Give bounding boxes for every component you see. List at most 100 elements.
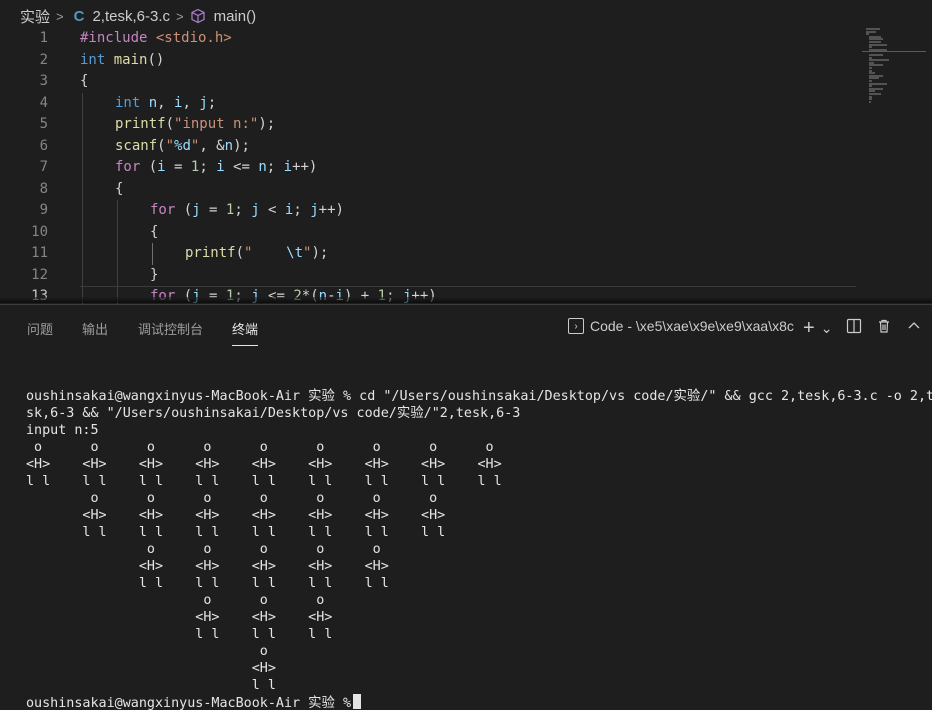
indent-guide — [82, 157, 83, 179]
code-line[interactable]: 12} — [0, 265, 870, 287]
code-line[interactable]: 11 printf(" \t"); — [0, 243, 870, 265]
code-token: = — [200, 202, 226, 218]
breadcrumb-symbol[interactable]: main() — [214, 8, 257, 25]
terminal-cursor — [353, 694, 362, 709]
code-line[interactable]: 9 for (j = 1; j < i; j++) — [0, 200, 870, 222]
code-line[interactable]: 4 int n, i, j; — [0, 93, 870, 115]
tab-output[interactable]: 输出 — [82, 319, 108, 338]
code-text: { — [80, 71, 88, 93]
code-token: j — [251, 202, 260, 218]
chevron-right-icon: > — [176, 8, 184, 24]
code-text: printf(" \t"); — [185, 243, 328, 265]
code-token: { — [150, 223, 159, 240]
code-token: , — [157, 94, 175, 111]
breadcrumb-folder[interactable]: 实验 — [20, 6, 50, 27]
code-token: j — [192, 202, 201, 218]
code-text: { — [150, 222, 158, 244]
code-token: n — [148, 94, 158, 111]
code-token: int — [115, 94, 149, 111]
terminal-figure-row: o — [26, 644, 268, 659]
code-token: int — [80, 51, 114, 68]
terminal-figure-row: o o o o o o o — [26, 491, 438, 506]
minimap[interactable] — [862, 28, 932, 108]
code-text: scanf("%d", &n); — [115, 136, 250, 158]
code-line[interactable]: 8{ — [0, 179, 870, 201]
indent-guide — [82, 200, 83, 222]
code-token: " — [165, 137, 175, 154]
line-number: 1 — [39, 30, 48, 46]
split-terminal-icon[interactable] — [846, 318, 862, 339]
indent-guide — [152, 243, 153, 265]
line-number: 10 — [31, 223, 48, 240]
code-line[interactable]: 2 int main() — [0, 50, 870, 72]
terminal-figure-output: o o o o o o o o o <H> <H> <H> <H> <H> <H>… — [26, 439, 932, 694]
code-text: printf("input n:"); — [115, 114, 275, 136]
panel-tabs: 问题 输出 调试控制台 终端 › Code - \xe5\xae\x9e\xe9… — [0, 305, 932, 349]
code-text: { — [115, 179, 123, 201]
terminal-figure-row: o o o o o o o o o — [26, 440, 494, 455]
terminal-output[interactable]: oushinsakai@wangxinyus-MacBook-Air 实验 % … — [26, 388, 932, 710]
code-token: ++) — [318, 202, 344, 218]
sticky-scroll-divider — [80, 286, 856, 287]
tab-terminal[interactable]: 终端 — [232, 319, 259, 346]
indent-guide — [82, 92, 83, 114]
line-number: 9 — [39, 202, 48, 218]
code-token: ( — [157, 137, 166, 154]
tab-debug-console[interactable]: 调试控制台 — [138, 319, 203, 338]
terminal-name: Code - \xe5\xae\x9e\xe9\xaa\x8c — [590, 318, 794, 334]
code-token: () — [147, 51, 165, 68]
code-token: ( — [140, 159, 158, 175]
code-token: <= — [224, 159, 259, 175]
code-editor[interactable]: 1 #include <stdio.h> 2 int main() 3{4 int n, … — [0, 28, 932, 304]
code-line[interactable]: 6 scanf("%d", &n); — [0, 136, 870, 158]
terminal-figure-row: l l l l l l l l l l l l l l l l l l — [26, 474, 502, 489]
maximize-panel-icon[interactable] — [906, 318, 922, 339]
code-line[interactable]: 3{ — [0, 71, 870, 93]
code-line[interactable]: 5 printf("input n:"); — [0, 114, 870, 136]
code-token: n — [258, 159, 267, 175]
code-token: \t — [286, 245, 304, 261]
line-number: 5 — [39, 116, 48, 132]
code-token: %d — [174, 137, 191, 154]
code-token: , & — [199, 137, 225, 154]
terminal-figure-row: l l — [26, 678, 276, 693]
terminal-figure-row: o o o o o — [26, 542, 381, 557]
line-number: 6 — [39, 137, 48, 154]
code-token: = — [165, 159, 191, 175]
terminal-figure-row: l l l l l l — [26, 627, 333, 642]
code-token: ); — [311, 245, 329, 261]
code-token: printf — [185, 245, 236, 261]
terminal-figure-row: <H> <H> <H> — [26, 610, 333, 625]
trash-icon[interactable] — [876, 318, 892, 339]
terminal-final-prompt[interactable]: oushinsakai@wangxinyus-MacBook-Air 实验 % — [26, 694, 932, 710]
code-token: printf — [115, 116, 166, 132]
code-token: j — [199, 94, 208, 111]
code-line[interactable]: 7 for (i = 1; i <= n; i++) — [0, 157, 870, 179]
code-text: int main() — [80, 50, 164, 72]
indent-guide — [82, 178, 83, 200]
breadcrumb-file[interactable]: 2,tesk,6-3.c — [92, 8, 170, 25]
terminal-figure-row: <H> — [26, 661, 276, 676]
c-file-icon: C — [73, 7, 85, 25]
code-token: , — [182, 94, 200, 111]
terminal-input-line: input n:5 — [26, 423, 99, 438]
code-token: ; — [266, 159, 284, 175]
code-token: ; — [199, 159, 217, 175]
tab-problems[interactable]: 问题 — [27, 319, 53, 338]
code-line[interactable]: 10 { — [0, 222, 870, 244]
terminal-figure-row: l l l l l l l l l l l l l l — [26, 525, 446, 540]
indent-guide — [82, 114, 83, 136]
code-line[interactable]: 1 #include <stdio.h> — [0, 28, 870, 50]
cube-icon — [190, 8, 206, 24]
chevron-right-icon: > — [56, 8, 64, 24]
chevron-down-icon[interactable]: ⌄ — [821, 320, 833, 337]
code-token: { — [80, 73, 89, 89]
indent-guide — [82, 135, 83, 157]
terminal-figure-row: <H> <H> <H> <H> <H> — [26, 559, 389, 574]
new-terminal-icon[interactable]: + — [803, 317, 815, 340]
code-token: } — [150, 266, 159, 283]
indent-guide — [82, 264, 83, 286]
code-text: } — [150, 265, 158, 287]
terminal-selector[interactable]: › Code - \xe5\xae\x9e\xe9\xaa\x8c — [568, 318, 794, 334]
code-token: #include — [80, 30, 156, 46]
